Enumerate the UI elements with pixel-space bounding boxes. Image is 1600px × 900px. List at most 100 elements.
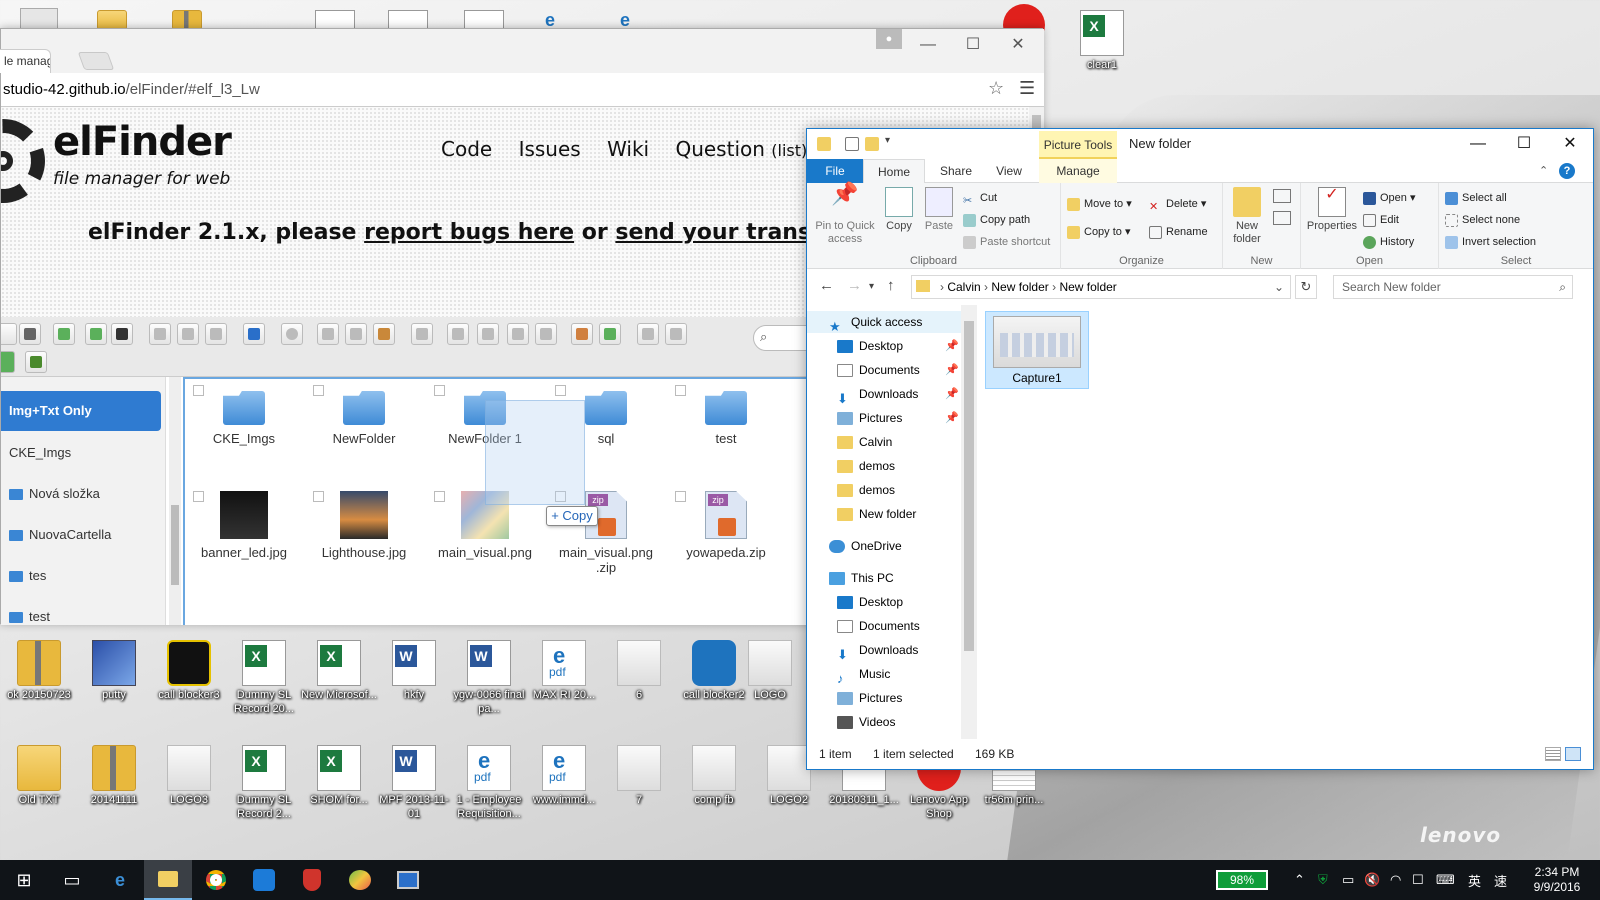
recent-chevron-icon[interactable]: ▾ — [869, 281, 874, 292]
desktop-icon[interactable]: e pdf 1 - Employee Requisition... — [450, 745, 528, 821]
save-button[interactable] — [111, 323, 133, 345]
edit-button[interactable]: Edit — [1363, 211, 1399, 229]
nav-scrollbar[interactable] — [961, 305, 977, 739]
remote-desktop-icon[interactable] — [384, 860, 432, 900]
nav-pictures[interactable]: Pictures 📌 — [807, 407, 961, 429]
nav-this-pc[interactable]: This PC — [807, 567, 961, 589]
tree-item[interactable]: test — [1, 603, 161, 625]
select-all-button[interactable]: Select all — [1445, 189, 1507, 207]
maximize-button[interactable]: ☐ — [1501, 129, 1547, 159]
breadcrumb[interactable]: › Calvin › New folder › New folder ⌄ — [911, 275, 1291, 299]
file-item[interactable]: CKE_Imgs — [189, 379, 299, 446]
new-folder-button[interactable]: New folder — [1227, 187, 1267, 246]
breadcrumb-new-folder[interactable]: New folder — [991, 280, 1048, 294]
nav-folder[interactable]: demos — [807, 479, 961, 501]
close-button[interactable]: ✕ — [1547, 129, 1593, 159]
toolbar-button[interactable] — [1, 323, 17, 345]
open-button[interactable] — [149, 323, 171, 345]
teamviewer-icon[interactable] — [240, 860, 288, 900]
desktop-excel-icon[interactable] — [315, 10, 355, 30]
battery-indicator[interactable]: 98% — [1216, 870, 1268, 890]
desktop-icon[interactable]: e pdf www.immd... — [525, 745, 603, 807]
close-button[interactable]: ✕ — [996, 33, 1040, 57]
duplicate-button[interactable] — [447, 323, 469, 345]
new-item-icon[interactable] — [1273, 189, 1291, 203]
refresh-button[interactable]: ↻ — [1295, 275, 1317, 299]
mkfile-button[interactable] — [85, 323, 107, 345]
search-input[interactable]: Search New folder ⌕ — [1333, 275, 1573, 299]
nav-desktop[interactable]: Desktop — [807, 591, 961, 613]
edit-button[interactable] — [507, 323, 529, 345]
address-bar[interactable]: studio-42.github.io/elFinder/#elf_l3_Lw … — [1, 73, 1044, 107]
clock[interactable]: 2:34 PM 9/9/2016 — [1522, 865, 1592, 895]
copy-path-button[interactable]: Copy path — [963, 211, 1030, 229]
rename-button[interactable] — [477, 323, 499, 345]
history-button[interactable]: History — [1363, 233, 1414, 251]
maximize-button[interactable]: ☐ — [951, 33, 995, 57]
tree-item[interactable]: Nová složka — [1, 480, 161, 508]
toolbar-button[interactable] — [1, 351, 15, 373]
file-item[interactable]: Lighthouse.jpg — [309, 485, 419, 560]
file-item[interactable]: NewFolder — [309, 379, 419, 446]
tab-home[interactable]: Home — [863, 159, 925, 184]
profile-icon[interactable]: ● — [876, 29, 902, 49]
nav-folder[interactable]: demos — [807, 455, 961, 477]
chrome-icon[interactable] — [192, 860, 240, 900]
pin-icon[interactable]: 📌 — [945, 407, 959, 429]
copy-to-button[interactable]: Copy to ▾ — [1067, 223, 1131, 241]
nav-question-link[interactable]: Question (list) — [675, 137, 807, 161]
edge-icon[interactable]: e — [96, 860, 144, 900]
info-button[interactable] — [243, 323, 265, 345]
tree-scrollbar[interactable] — [169, 377, 181, 625]
shield-icon[interactable]: ⛨ — [1318, 860, 1328, 900]
nav-onedrive[interactable]: OneDrive — [807, 535, 961, 557]
archive-button[interactable] — [599, 323, 621, 345]
qat-dropdown-icon[interactable]: ▾ — [885, 135, 890, 146]
tree-item-img-txt-only[interactable]: Img+Txt Only — [1, 391, 161, 431]
desktop-icon[interactable]: LOGO — [745, 640, 795, 702]
tab-manage[interactable]: Manage — [1039, 159, 1117, 183]
checkbox[interactable] — [675, 491, 686, 502]
desktop-icon[interactable]: X New Microsof... — [300, 640, 378, 702]
back-arrow-icon[interactable]: ← — [819, 277, 834, 294]
copy-button[interactable] — [317, 323, 339, 345]
start-button[interactable]: ⊞ — [0, 860, 48, 900]
pin-icon[interactable]: 📌 — [945, 359, 959, 381]
view-button[interactable] — [637, 323, 659, 345]
desktop-icon[interactable]: 20141111 — [75, 745, 153, 807]
help-icon[interactable]: ? — [1559, 163, 1575, 179]
desktop-folder-icon[interactable] — [97, 10, 127, 30]
details-view-icon[interactable] — [1545, 747, 1561, 761]
browser-tab[interactable]: le manag — [0, 49, 51, 73]
nav-downloads[interactable]: ⬇ Downloads — [807, 639, 961, 662]
desktop-icon[interactable]: Wygw-0066 final pa... — [450, 640, 528, 716]
delete-button[interactable] — [411, 323, 433, 345]
show-hidden-icons[interactable]: ⌃ — [1294, 860, 1305, 900]
wifi-icon[interactable]: ◠ — [1390, 860, 1401, 900]
tree-item[interactable]: tes — [1, 562, 161, 590]
desktop-edge-pdf-icon[interactable]: e — [620, 10, 650, 30]
delete-button[interactable]: ✕ Delete ▾ — [1149, 195, 1206, 213]
select-none-button[interactable]: Select none — [1445, 211, 1520, 229]
power-icon[interactable]: ▭ — [1342, 860, 1354, 900]
desktop-word-icon[interactable] — [464, 10, 504, 30]
volume-muted-icon[interactable]: 🔇 — [1364, 860, 1380, 900]
breadcrumb-new-folder-current[interactable]: New folder — [1059, 280, 1116, 294]
easy-access-icon[interactable] — [1273, 211, 1291, 225]
tree-item[interactable]: NuovaCartella — [1, 521, 161, 549]
desktop-icon[interactable]: Whkfy — [375, 640, 453, 702]
nav-code-link[interactable]: Code — [441, 137, 492, 161]
desktop-edge-pdf-icon[interactable]: e — [545, 10, 575, 30]
desktop-icon[interactable]: LOGO3 — [150, 745, 228, 807]
nav-desktop[interactable]: Desktop 📌 — [807, 335, 961, 357]
download-button[interactable] — [177, 323, 199, 345]
large-icons-view-icon[interactable] — [1565, 747, 1581, 761]
checkbox[interactable] — [555, 385, 566, 396]
file-item-capture1[interactable]: Capture1 — [985, 311, 1089, 389]
desktop-icon[interactable]: X SHOM for... — [300, 745, 378, 807]
new-folder-qat-icon[interactable] — [865, 137, 879, 151]
ime-mode[interactable]: 英 — [1468, 860, 1481, 900]
file-item[interactable]: zip yowapeda.zip — [671, 485, 781, 560]
cut-button[interactable] — [345, 323, 367, 345]
desktop-excel-icon[interactable] — [388, 10, 428, 30]
